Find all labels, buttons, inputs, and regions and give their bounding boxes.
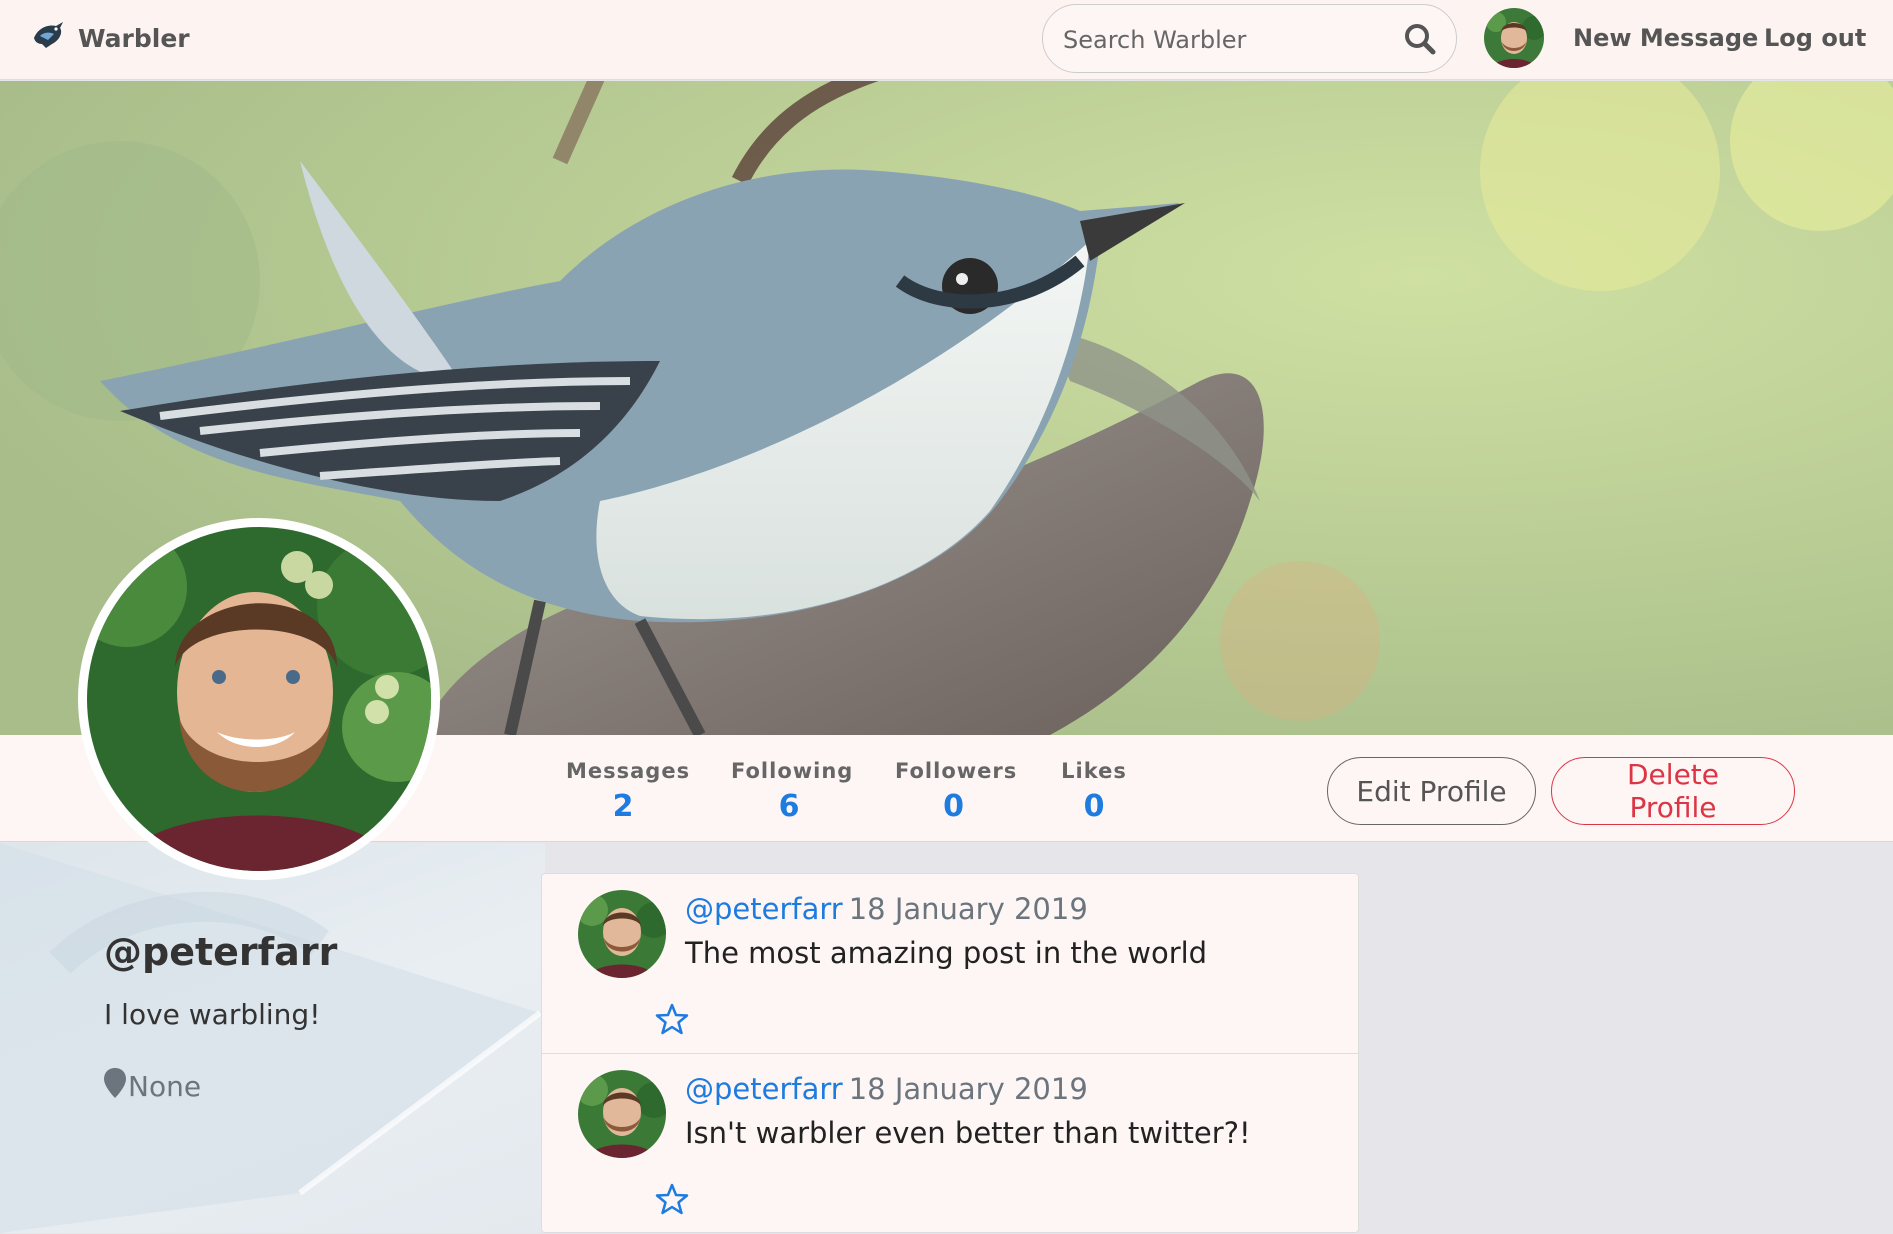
brand-name: Warbler <box>78 23 190 53</box>
stat-label: Followers <box>895 759 1018 783</box>
stat-followers[interactable]: Followers 0 <box>895 759 1018 824</box>
message-avatar[interactable] <box>578 1070 666 1158</box>
new-message-link[interactable]: New Message <box>1573 24 1758 52</box>
stat-messages[interactable]: Messages 2 <box>566 759 691 824</box>
brand-link[interactable]: Warbler <box>30 18 190 58</box>
profile-avatar <box>78 518 440 880</box>
stat-label: Following <box>731 759 854 783</box>
navbar: Warbler New Message Log out <box>0 0 1893 80</box>
message-text: Isn't warbler even better than twitter?! <box>685 1116 1251 1150</box>
search-input[interactable] <box>1063 23 1383 57</box>
message-header: @peterfarr 18 January 2019 <box>685 1072 1088 1106</box>
stat-likes[interactable]: Likes 0 <box>1058 759 1130 824</box>
nav-user-avatar[interactable] <box>1484 8 1544 68</box>
message-date: 18 January 2019 <box>848 1072 1088 1106</box>
location-text: None <box>128 1070 202 1103</box>
edit-profile-button[interactable]: Edit Profile <box>1327 757 1536 825</box>
profile-username: @peterfarr <box>104 930 338 974</box>
message-item[interactable]: @peterfarr 18 January 2019 Isn't warbler … <box>542 1054 1358 1234</box>
search-icon[interactable] <box>1402 21 1438 57</box>
stat-following[interactable]: Following 6 <box>731 759 854 824</box>
message-date: 18 January 2019 <box>848 892 1088 926</box>
message-item[interactable]: @peterfarr 18 January 2019 The most amazi… <box>542 874 1358 1054</box>
profile-location: None <box>104 1068 201 1105</box>
star-outline-icon[interactable] <box>655 1002 689 1036</box>
delete-profile-button[interactable]: Delete Profile <box>1551 757 1795 825</box>
stat-value: 0 <box>943 789 964 824</box>
stat-value: 6 <box>778 789 800 824</box>
star-outline-icon[interactable] <box>655 1182 689 1216</box>
stat-value: 0 <box>1083 789 1105 824</box>
message-username-link[interactable]: @peterfarr <box>685 1072 843 1106</box>
messages-feed: @peterfarr 18 January 2019 The most amazi… <box>541 873 1359 1233</box>
stat-label: Likes <box>1061 759 1127 783</box>
message-username-link[interactable]: @peterfarr <box>685 892 843 926</box>
bird-logo-icon <box>30 18 68 58</box>
stat-label: Messages <box>566 759 691 783</box>
message-avatar[interactable] <box>578 890 666 978</box>
map-marker-icon <box>104 1068 128 1105</box>
stat-value: 2 <box>612 789 634 824</box>
message-header: @peterfarr 18 January 2019 <box>685 892 1088 926</box>
search-bar <box>1042 4 1457 73</box>
logout-link[interactable]: Log out <box>1764 24 1866 52</box>
profile-bio: I love warbling! <box>104 998 321 1031</box>
message-text: The most amazing post in the world <box>685 936 1208 970</box>
profile-sidebar <box>0 843 545 1233</box>
